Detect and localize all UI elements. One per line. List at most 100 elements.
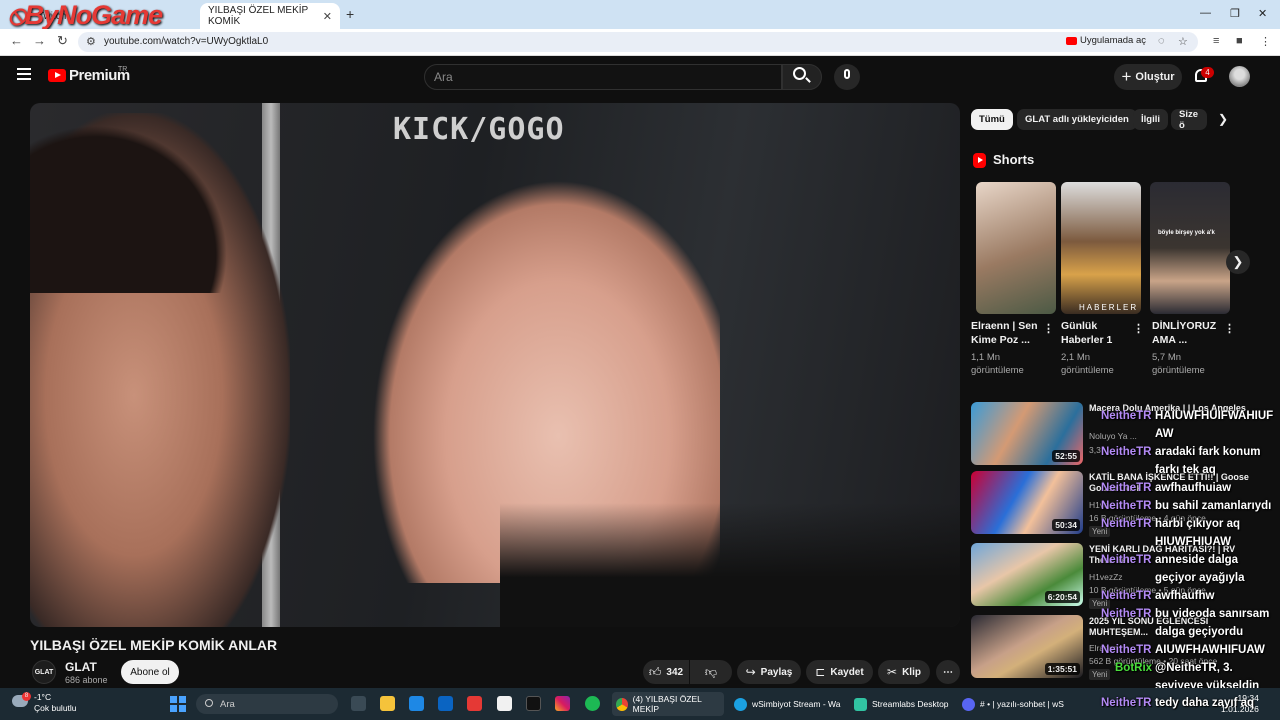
- create-button[interactable]: + Oluştur: [1114, 64, 1182, 90]
- account-avatar[interactable]: [1229, 66, 1250, 87]
- short-title[interactable]: DİNLİYORUZ AMA ...: [1152, 319, 1217, 347]
- forward-icon[interactable]: →: [33, 33, 46, 48]
- maximize-icon[interactable]: ❐: [1230, 7, 1240, 20]
- channel-name[interactable]: GLAT: [65, 660, 97, 674]
- bookmark-star-icon[interactable]: ☆: [1178, 35, 1188, 48]
- chat-message: anneside dalga geçiyor ayağıyla: [1155, 554, 1245, 584]
- like-button[interactable]: 👍︎ 342: [643, 660, 689, 684]
- more-vertical-icon[interactable]: ⋮: [1043, 322, 1054, 335]
- windows-start-icon[interactable]: [170, 696, 186, 712]
- share-button[interactable]: ↪ Paylaş: [737, 660, 801, 684]
- rec-channel[interactable]: H1vezZz: [1089, 572, 1123, 582]
- like-count: 342: [666, 666, 684, 678]
- chat-message: HIUWFHIUAW: [1155, 536, 1232, 548]
- open-in-app-button[interactable]: Uygulamada aç: [1066, 35, 1146, 46]
- outlook-icon[interactable]: [438, 696, 453, 711]
- weather-widget[interactable]: -1°C Çok bulutlu: [34, 692, 77, 714]
- clip-button[interactable]: ✂ Klip: [878, 660, 930, 684]
- plus-icon: +: [1121, 67, 1132, 86]
- taskbar-window-discord[interactable]: # • | yazılı-sohbet | wS: [958, 692, 1070, 716]
- short-thumbnail[interactable]: [976, 182, 1056, 314]
- short-title[interactable]: Günlük Haberler 1: [1061, 319, 1126, 347]
- tab-label: YILBAŞI ÖZEL MEKİP KOMİK: [208, 5, 309, 27]
- short-thumbnail[interactable]: HABERLER: [1061, 182, 1141, 314]
- chat-username: NeitheTR: [1101, 697, 1152, 709]
- save-button[interactable]: ⊏ Kaydet: [806, 660, 873, 684]
- rec-thumbnail[interactable]: 6:20:54: [971, 543, 1083, 606]
- more-vertical-icon[interactable]: ⋮: [1224, 322, 1235, 335]
- chip-related[interactable]: İlgili: [1133, 109, 1168, 130]
- extension-icon[interactable]: ■: [1236, 35, 1243, 47]
- site-info-icon[interactable]: ⚙: [86, 35, 96, 48]
- thumbs-down-icon: 👎︎: [704, 664, 718, 679]
- taskbar-window-chrome[interactable]: (4) YILBAŞI ÖZEL MEKİP: [612, 692, 724, 716]
- region-label: TR: [118, 66, 128, 73]
- spotify-icon[interactable]: [585, 696, 600, 711]
- chat-message: bu videoda sanırsam dalga geçiyordu: [1155, 608, 1270, 638]
- duration-badge: 52:55: [1052, 450, 1080, 462]
- youtube-app-icon: [1066, 36, 1077, 45]
- eye-off-icon[interactable]: ◌: [1158, 35, 1165, 47]
- search-icon: [205, 699, 213, 707]
- minimize-icon[interactable]: —: [1200, 7, 1211, 19]
- video-title: YILBAŞI ÖZEL MEKİP KOMİK ANLAR: [30, 637, 278, 653]
- new-badge: Yeni: [1089, 669, 1111, 680]
- store-icon[interactable]: [409, 696, 424, 711]
- short-title[interactable]: Elraenn | Sen Kime Poz ...: [971, 319, 1049, 347]
- subscriber-count: 686 abone: [65, 675, 108, 685]
- chip-all[interactable]: Tümü: [971, 109, 1013, 130]
- temperature: -1°C: [34, 692, 52, 702]
- chat-username: NeitheTR: [1101, 518, 1152, 530]
- search-input[interactable]: [424, 64, 782, 90]
- youtube-logo-icon[interactable]: [48, 69, 66, 82]
- chat-username: NeitheTR: [1101, 410, 1152, 422]
- rec-thumbnail[interactable]: 52:55: [971, 402, 1083, 465]
- taskbar-window-streamlabs[interactable]: Streamlabs Desktop: [850, 692, 955, 716]
- hamburger-menu-icon[interactable]: [17, 68, 31, 80]
- tab-active-video[interactable]: YILBAŞI ÖZEL MEKİP KOMİK ✕: [200, 3, 340, 29]
- rec-thumbnail[interactable]: 50:34: [971, 471, 1083, 534]
- dislike-button[interactable]: 👎︎: [690, 660, 732, 684]
- chevron-right-icon: ❯: [1232, 254, 1244, 269]
- tiktok-icon[interactable]: [526, 696, 541, 711]
- reading-list-icon[interactable]: ≡: [1213, 35, 1219, 47]
- chevron-right-icon[interactable]: ❯: [1218, 112, 1228, 126]
- chip-for-you[interactable]: Size ö: [1171, 109, 1207, 130]
- reload-icon[interactable]: ↻: [57, 33, 68, 49]
- app-icon[interactable]: [497, 696, 512, 711]
- rec-thumbnail[interactable]: 1:35:51: [971, 615, 1083, 678]
- more-vertical-icon[interactable]: ⋮: [1133, 322, 1144, 335]
- chat-message: AIUWFHAWHIFUAW: [1155, 644, 1265, 656]
- window-label: (4) YILBAŞI ÖZEL MEKİP: [632, 694, 702, 714]
- taskbar-search-input[interactable]: Ara: [196, 694, 338, 714]
- chat-message: bu sahil zamanlarıydı: [1155, 500, 1272, 512]
- shorts-section-title: Shorts: [993, 152, 1035, 167]
- subscribe-button[interactable]: Abone ol: [121, 660, 179, 684]
- share-label: Paylaş: [760, 666, 793, 678]
- chrome-icon: [616, 697, 628, 711]
- channel-avatar[interactable]: GLAT: [32, 660, 56, 684]
- new-tab-button[interactable]: +: [346, 6, 354, 22]
- taskbar-clock[interactable]: 19:34 1.01.2026: [1221, 693, 1259, 715]
- file-explorer-icon[interactable]: [380, 696, 395, 711]
- short-thumbnail[interactable]: böyle birşey yok a'k: [1150, 182, 1230, 314]
- close-window-icon[interactable]: ✕: [1258, 7, 1267, 20]
- chat-username: BotRix: [1115, 662, 1153, 674]
- rec-channel[interactable]: Noluyo Ya ...: [1089, 431, 1137, 441]
- chat-message: aradaki fark konum farkı tek aq: [1155, 446, 1261, 476]
- task-view-icon[interactable]: [351, 696, 366, 711]
- chip-from-uploader[interactable]: GLAT adlı yükleyiciden: [1017, 109, 1137, 130]
- duration-badge: 6:20:54: [1044, 591, 1080, 603]
- instagram-icon[interactable]: [555, 696, 570, 711]
- share-icon: ↪: [745, 665, 756, 679]
- browser-menu-icon[interactable]: ⋮: [1260, 35, 1271, 48]
- shorts-next-button[interactable]: ❯: [1226, 250, 1250, 274]
- url-text[interactable]: youtube.com/watch?v=UWyOgktlaL0: [104, 36, 268, 47]
- create-label: Oluştur: [1135, 71, 1175, 83]
- taskbar-window-edge[interactable]: wSimbiyot Stream - Wa: [730, 692, 845, 716]
- more-actions-button[interactable]: ⋯: [936, 660, 960, 684]
- back-icon[interactable]: ←: [10, 33, 23, 48]
- close-tab-icon[interactable]: ✕: [323, 10, 332, 23]
- video-player[interactable]: [30, 103, 960, 627]
- youtube-app-icon[interactable]: [467, 696, 482, 711]
